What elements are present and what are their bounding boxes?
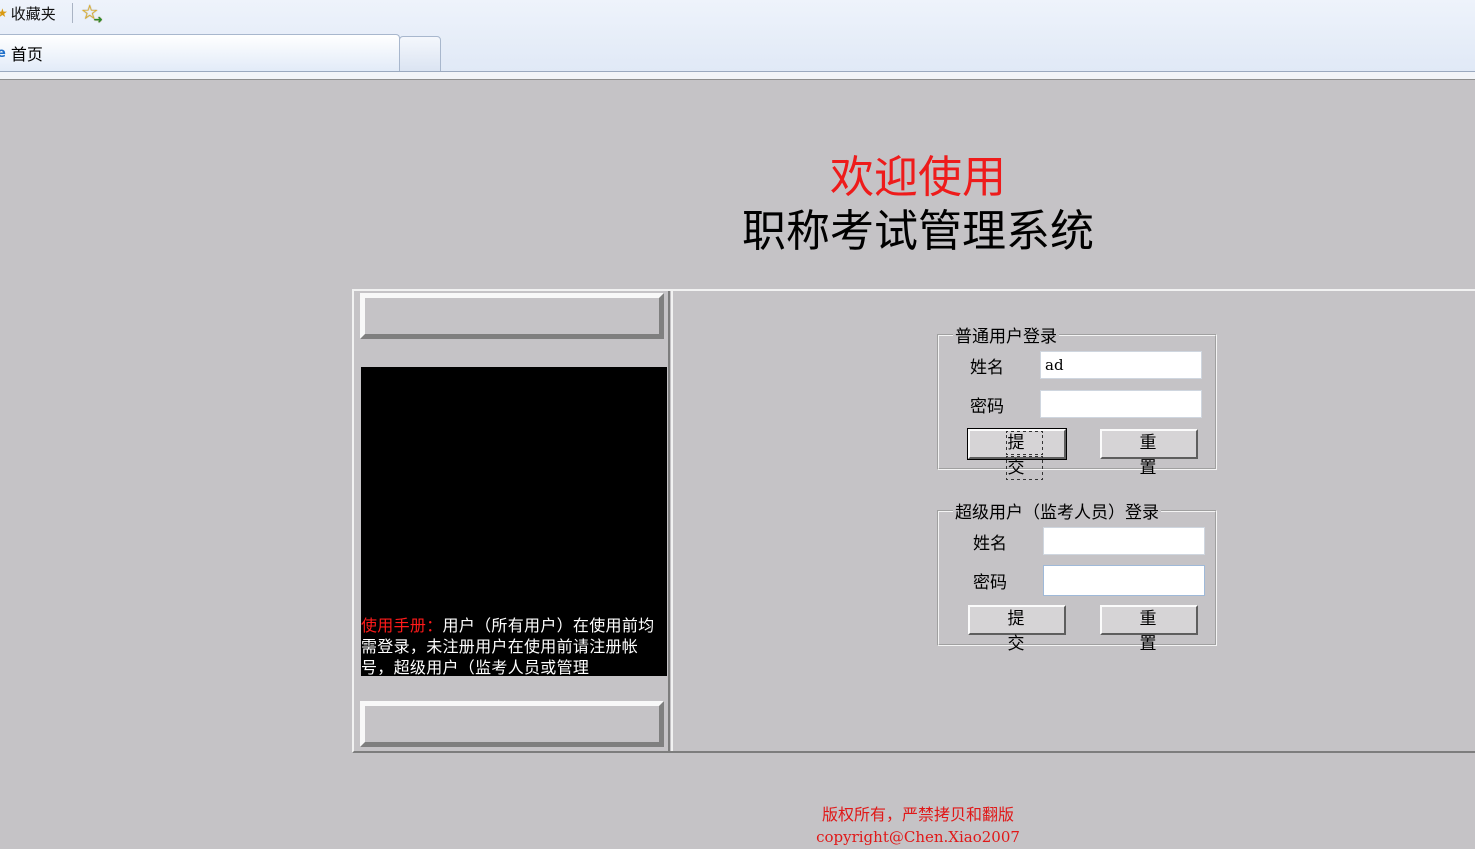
left-top-bevel-bar (360, 293, 664, 339)
manual-scroll-box: 使用手册：用户（所有用户）在使用前均需登录，未注册用户在使用前请注册帐号，超级用… (361, 367, 667, 676)
super-reset-button[interactable]: 重 置 (1100, 605, 1198, 654)
super-login-legend: 超级用户（监考人员）登录 (955, 503, 1159, 523)
copyright-notice: 版权所有，严禁拷贝和翻版 (821, 805, 1014, 824)
welcome-heading: 欢迎使用 (830, 152, 1006, 203)
normal-password-label: 密码 (970, 397, 1004, 417)
super-password-input[interactable] (1043, 565, 1205, 596)
system-title: 职称考试管理系统 (742, 206, 1094, 257)
super-password-label: 密码 (973, 573, 1007, 593)
tab-title: 首页 (10, 45, 43, 64)
ie-page-icon: e (0, 45, 6, 61)
tab-row: e 首页 (0, 34, 1475, 72)
normal-reset-button[interactable]: 重 置 (1100, 429, 1198, 478)
normal-submit-label: 提 交 (1005, 431, 1043, 480)
normal-password-input[interactable] (1040, 390, 1202, 418)
super-submit-button[interactable]: 提 交 (968, 605, 1066, 654)
normal-name-input[interactable] (1040, 351, 1202, 379)
normal-submit-button[interactable]: 提 交 (967, 428, 1067, 480)
favorites-star-icon[interactable]: ★ (0, 6, 8, 20)
copyright-author: copyright@Chen.Xiao2007 (816, 828, 1020, 846)
chrome-divider (0, 71, 1475, 80)
normal-login-legend: 普通用户登录 (955, 327, 1057, 347)
browser-chrome: ★ 收藏夹 ☆ ➜ e 首页 (0, 0, 1475, 80)
panel-divider (671, 291, 673, 751)
manual-text: 使用手册：用户（所有用户）在使用前均需登录，未注册用户在使用前请注册帐号，超级用… (361, 615, 667, 676)
manual-title: 使用手册： (361, 616, 443, 635)
super-name-label: 姓名 (973, 534, 1007, 554)
normal-name-label: 姓名 (970, 358, 1004, 378)
super-name-input[interactable] (1043, 527, 1205, 555)
favorites-bar: ★ 收藏夹 ☆ ➜ (0, 0, 1475, 26)
favorites-separator (71, 3, 73, 23)
left-bottom-bevel-bar (360, 701, 664, 747)
favorites-button[interactable]: 收藏夹 (11, 3, 56, 24)
add-to-favorites-icon[interactable]: ☆ ➜ (81, 0, 103, 26)
new-tab-button[interactable] (399, 36, 441, 72)
tab-home[interactable]: e 首页 (0, 34, 400, 71)
